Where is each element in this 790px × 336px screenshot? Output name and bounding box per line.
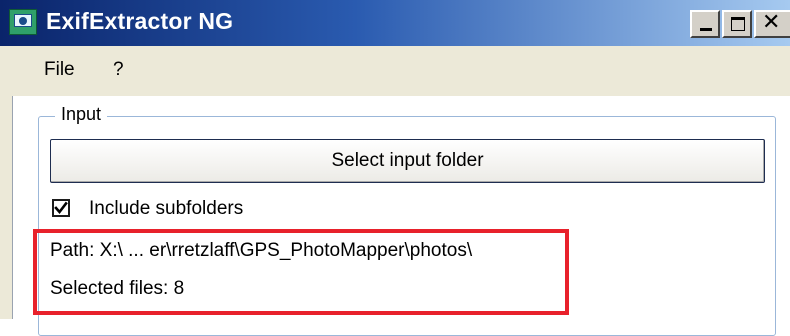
input-group-legend: Input [55,104,108,125]
maximize-button[interactable] [722,10,752,38]
app-camera-icon[interactable] [9,9,37,35]
include-subfolders-label[interactable]: Include subfolders [89,198,243,220]
menu-file[interactable]: File [44,59,75,81]
maximize-icon [731,17,745,31]
include-subfolders-checkbox[interactable] [52,199,70,217]
app-window: ExifExtractor NG ✕ File ? Input Select i… [0,0,790,336]
title-bar[interactable]: ExifExtractor NG ✕ [0,0,790,46]
window-controls: ✕ [690,10,790,38]
menu-help[interactable]: ? [113,59,124,81]
minimize-icon [700,28,712,31]
close-icon: ✕ [762,10,781,35]
close-button[interactable]: ✕ [754,10,790,38]
checkmark-icon [54,201,68,215]
highlight-annotation-box [33,229,569,315]
app-icon-lens [19,17,27,25]
minimize-button[interactable] [690,10,720,38]
window-title: ExifExtractor NG [46,8,234,34]
menu-bar: File ? [0,46,790,96]
select-input-folder-button[interactable]: Select input folder [50,139,765,183]
